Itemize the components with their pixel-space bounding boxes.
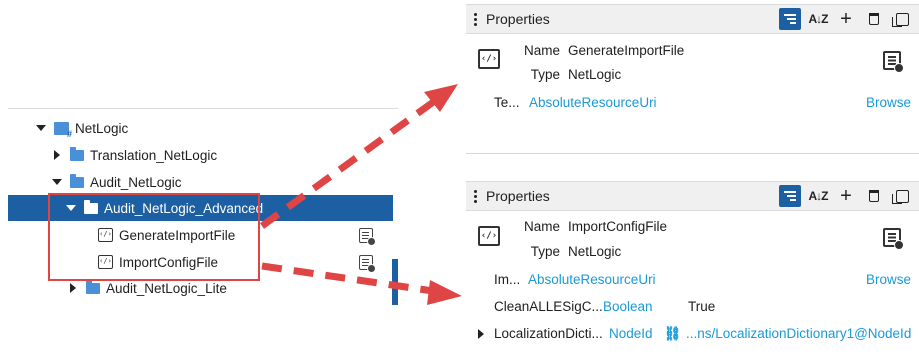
object-summary: ‹/› Name ImportConfigFile Type NetLogic (466, 211, 919, 266)
chevron-down-icon[interactable] (66, 203, 76, 213)
property-name: Im... (494, 272, 521, 287)
add-icon[interactable]: + (835, 185, 857, 207)
copy-icon[interactable] (891, 8, 913, 30)
properties-toolbar: A↓Z + (779, 8, 913, 30)
project-tree: NetLogic Translation_NetLogic Audit_NetL… (8, 108, 398, 305)
properties-title: Properties (486, 188, 550, 204)
sort-az-icon[interactable]: A↓Z (807, 185, 829, 207)
chevron-right-icon[interactable] (68, 283, 78, 293)
type-value: NetLogic (568, 67, 622, 82)
folder-icon (86, 279, 100, 294)
tree-item-import-config-file[interactable]: ‹/› ImportConfigFile (8, 249, 393, 275)
tree-item-label: Audit_NetLogic_Lite (106, 280, 227, 296)
tree-item-label: GenerateImportFile (119, 227, 236, 243)
properties-panel-import-config-file: Properties A↓Z + ‹/› Name ImportConfigFil… (466, 181, 919, 364)
property-type: NodeId (609, 326, 653, 341)
property-row[interactable]: LocalizationDicti... NodeId ⛓ ...ns/Loca… (466, 320, 919, 347)
properties-header: Properties A↓Z + (466, 4, 919, 34)
chevron-right-icon[interactable] (52, 150, 62, 160)
object-type: Type NetLogic (516, 244, 622, 259)
name-key: Name (523, 219, 560, 234)
netlogic-folder-icon (54, 121, 72, 139)
object-summary: ‹/› Name GenerateImportFile Type NetLogic (466, 34, 919, 89)
property-row[interactable]: CleanALLESigC... Boolean True (466, 293, 919, 320)
edit-properties-icon[interactable] (359, 227, 376, 246)
property-type: Boolean (603, 299, 653, 314)
filter-icon[interactable] (779, 185, 801, 207)
property-type: AbsoluteResourceUri (528, 272, 656, 287)
browse-button[interactable]: Browse (866, 272, 911, 287)
tree-item-label: Audit_NetLogic_Advanced (104, 200, 264, 216)
kebab-menu-icon[interactable] (474, 189, 478, 203)
name-key: Name (523, 43, 560, 58)
object-name: Name GenerateImportFile (516, 43, 684, 58)
property-row[interactable]: Im... AbsoluteResourceUri Browse (466, 266, 919, 293)
type-value: NetLogic (568, 244, 622, 259)
properties-title: Properties (486, 11, 550, 27)
properties-toolbar: A↓Z + (779, 185, 913, 207)
property-value[interactable]: True (688, 299, 715, 314)
property-name: Te... (494, 95, 520, 110)
netlogic-script-icon: ‹/› (478, 226, 500, 246)
properties-header: Properties A↓Z + (466, 181, 919, 211)
copy-icon[interactable] (891, 185, 913, 207)
property-type: AbsoluteResourceUri (529, 95, 657, 110)
tree-item-audit-netlogic-lite[interactable]: Audit_NetLogic_Lite (8, 275, 393, 301)
property-value[interactable]: ...ns/LocalizationDictionary1@NodeId (686, 326, 911, 341)
name-value: GenerateImportFile (568, 43, 685, 58)
tree-item-translation-netlogic[interactable]: Translation_NetLogic (8, 142, 393, 168)
tree-item-audit-netlogic-advanced[interactable]: Audit_NetLogic_Advanced (8, 195, 393, 221)
kebab-menu-icon[interactable] (474, 12, 478, 26)
add-icon[interactable]: + (835, 8, 857, 30)
tree-item-label: ImportConfigFile (119, 254, 219, 270)
property-row[interactable]: Te... AbsoluteResourceUri Browse (466, 89, 919, 116)
sort-az-icon[interactable]: A↓Z (807, 8, 829, 30)
delete-icon[interactable] (863, 185, 885, 207)
edit-properties-icon[interactable] (359, 254, 376, 273)
netlogic-script-icon: ‹/› (98, 255, 113, 269)
type-key: Type (530, 67, 560, 82)
chevron-right-icon[interactable] (478, 329, 484, 339)
tree-item-label: Translation_NetLogic (90, 147, 218, 163)
edit-properties-icon[interactable] (883, 228, 904, 250)
delete-icon[interactable] (863, 8, 885, 30)
tree-item-netlogic[interactable]: NetLogic (8, 115, 393, 141)
property-name: CleanALLESigC... (494, 299, 603, 314)
properties-panel-generate-import-file: Properties A↓Z + ‹/› Name GenerateImportF… (466, 4, 919, 154)
type-key: Type (530, 244, 560, 259)
tree-item-generate-import-file[interactable]: ‹/› GenerateImportFile (8, 222, 393, 248)
folder-icon (84, 199, 98, 214)
name-value: ImportConfigFile (568, 219, 668, 234)
object-type: Type NetLogic (516, 67, 622, 82)
tree-item-label: NetLogic (75, 120, 129, 136)
chevron-down-icon[interactable] (52, 177, 62, 187)
folder-icon (70, 173, 84, 188)
filter-icon[interactable] (779, 8, 801, 30)
property-name: LocalizationDicti... (494, 326, 603, 341)
link-icon[interactable]: ⛓ (664, 326, 681, 342)
tree-item-label: Audit_NetLogic (90, 174, 182, 190)
edit-properties-icon[interactable] (883, 51, 904, 73)
netlogic-script-icon: ‹/› (98, 228, 113, 242)
tree-scrollbar[interactable] (392, 259, 398, 305)
browse-button[interactable]: Browse (866, 95, 911, 110)
chevron-down-icon[interactable] (36, 123, 46, 133)
tree-item-audit-netlogic[interactable]: Audit_NetLogic (8, 169, 393, 195)
netlogic-script-icon: ‹/› (478, 49, 500, 69)
object-name: Name ImportConfigFile (516, 219, 667, 234)
folder-icon (70, 146, 84, 161)
